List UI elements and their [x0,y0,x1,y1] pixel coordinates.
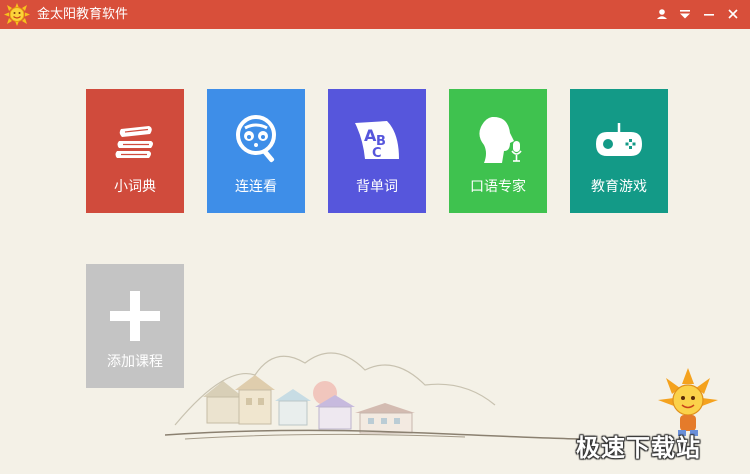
tile-label: 背单词 [356,179,398,195]
tile-speaking[interactable]: 口语专家 [449,89,547,213]
face-magnifier-icon [207,111,305,171]
tile-edu-games[interactable]: 教育游戏 [570,89,668,213]
tile-vocabulary[interactable]: A B C 背单词 [328,89,426,213]
svg-text:C: C [372,146,382,161]
close-icon [728,9,738,19]
user-icon [657,9,667,19]
minimize-button[interactable] [699,5,719,23]
close-button[interactable] [723,5,743,23]
minimize-icon [704,14,714,16]
app-title: 金太阳教育软件 [37,7,129,22]
tile-label: 教育游戏 [591,179,647,195]
speaking-head-icon [449,111,547,171]
watermark-text: 极速下载站 [576,434,701,462]
books-icon [86,111,184,171]
menu-button[interactable] [675,5,695,23]
menu-icon [680,10,690,19]
user-button[interactable] [652,5,672,23]
abc-card-icon: A B C [328,111,426,171]
sun-logo-icon [4,3,30,26]
gamepad-icon [570,111,668,171]
tile-match-game[interactable]: 连连看 [207,89,305,213]
tile-label: 口语专家 [470,179,526,195]
tile-dictionary[interactable]: 小词典 [86,89,184,213]
title-bar: 金太阳教育软件 [0,0,750,29]
village-illustration [164,335,586,449]
tile-label: 连连看 [235,179,277,195]
tile-label: 小词典 [114,179,156,195]
